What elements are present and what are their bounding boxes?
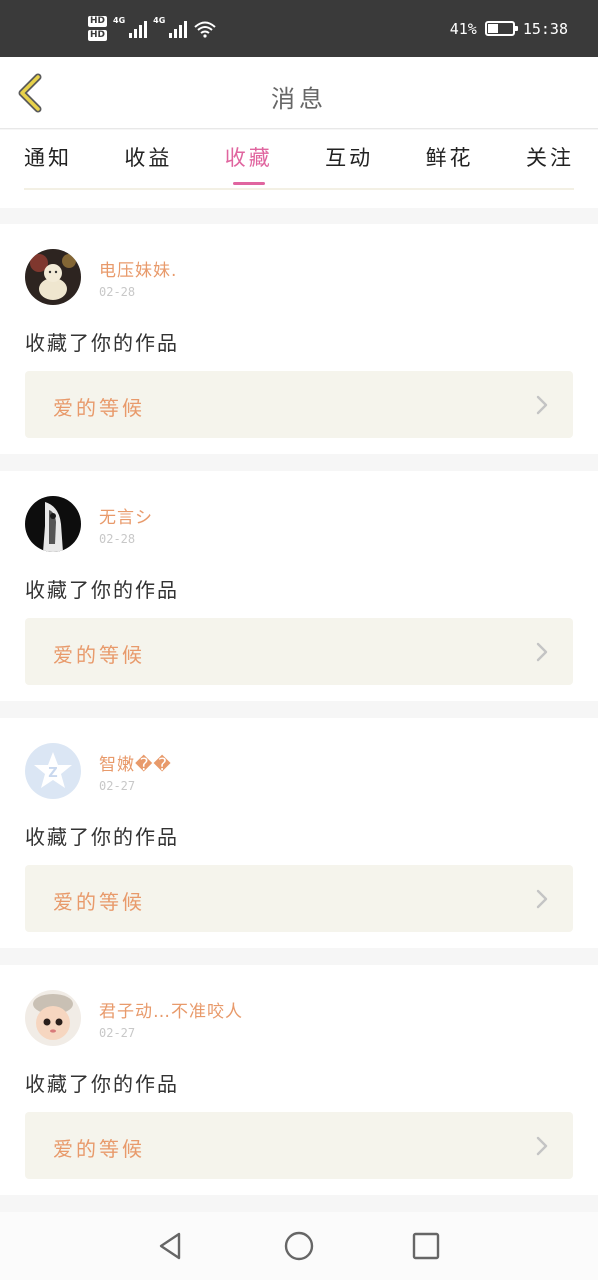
hd-badge-2: HD <box>88 30 108 41</box>
battery-percent: 41% <box>449 19 477 38</box>
battery-fill <box>487 24 498 33</box>
message-card: 君子动…不准咬人 02-27 收藏了你的作品 爱的等候 <box>0 965 598 1195</box>
wifi-icon <box>194 21 216 38</box>
tab-divider <box>24 188 574 190</box>
signal-icon-1 <box>129 20 148 38</box>
message-card: 电压妹妹. 02-28 收藏了你的作品 爱的等候 <box>0 224 598 454</box>
message-list: 电压妹妹. 02-28 收藏了你的作品 爱的等候 无言シ 02-28 收藏了你的作品 爱的等候… <box>0 224 598 1212</box>
tab-3[interactable]: 互动 <box>325 142 373 172</box>
work-title: 爱的等候 <box>53 890 145 914</box>
nav-back-button[interactable] <box>155 1230 187 1262</box>
tab-4[interactable]: 鲜花 <box>426 142 474 172</box>
username[interactable]: 电压妹妹. <box>99 256 177 281</box>
hd-indicators: HD HD <box>88 16 108 41</box>
message-card: 无言シ 02-28 收藏了你的作品 爱的等候 <box>0 471 598 701</box>
action-text: 收藏了你的作品 <box>25 1072 179 1096</box>
chevron-right-icon <box>536 642 548 662</box>
svg-text:Z: Z <box>48 766 57 781</box>
tab-row: 通知 收益 收藏 互动 鲜花 关注 <box>0 130 598 185</box>
status-left: HD HD 4G 4G <box>88 16 217 41</box>
date: 02-28 <box>99 532 136 546</box>
message-card: Z 智嫩�� 02-27 收藏了你的作品 爱的等候 <box>0 718 598 948</box>
chevron-right-icon <box>536 1136 548 1156</box>
work-link[interactable]: 爱的等候 <box>25 1112 573 1179</box>
page-title: 消息 <box>271 85 327 113</box>
battery-icon <box>484 21 518 36</box>
status-right: 41% 15:38 <box>450 20 568 38</box>
tab-2[interactable]: 收藏 <box>225 142 273 185</box>
tab-0[interactable]: 通知 <box>24 142 72 172</box>
avatar[interactable]: Z <box>25 743 81 799</box>
avatar[interactable] <box>25 496 81 552</box>
tab-bar: 通知 收益 收藏 互动 鲜花 关注 <box>0 130 598 208</box>
hd-badge-1: HD <box>88 16 108 27</box>
work-link[interactable]: 爱的等候 <box>25 865 573 932</box>
username[interactable]: 智嫩�� <box>99 750 172 775</box>
action-text: 收藏了你的作品 <box>25 331 179 355</box>
action-text: 收藏了你的作品 <box>25 825 179 849</box>
date: 02-27 <box>99 779 136 793</box>
work-title: 爱的等候 <box>53 1137 145 1161</box>
avatar[interactable] <box>25 249 81 305</box>
network-label-2: 4G <box>153 16 166 25</box>
signal-icon-2 <box>169 20 188 38</box>
chevron-right-icon <box>536 395 548 415</box>
tab-5[interactable]: 关注 <box>526 142 574 172</box>
nav-home-button[interactable] <box>283 1230 315 1262</box>
username[interactable]: 无言シ <box>99 503 153 528</box>
date: 02-28 <box>99 285 136 299</box>
work-link[interactable]: 爱的等候 <box>25 371 573 438</box>
tab-1[interactable]: 收益 <box>124 142 172 172</box>
header: 消息 <box>0 57 598 129</box>
work-link[interactable]: 爱的等候 <box>25 618 573 685</box>
username[interactable]: 君子动…不准咬人 <box>99 997 243 1022</box>
back-triangle-icon <box>159 1232 181 1260</box>
clock: 15:38 <box>522 19 568 38</box>
nav-recents-button[interactable] <box>410 1230 442 1262</box>
system-nav-bar <box>0 1212 598 1280</box>
network-label-1: 4G <box>113 16 126 25</box>
status-bar: HD HD 4G 4G 41% 15:38 <box>0 0 598 57</box>
avatar[interactable] <box>25 990 81 1046</box>
work-title: 爱的等候 <box>53 396 145 420</box>
home-circle-icon <box>284 1231 314 1261</box>
action-text: 收藏了你的作品 <box>25 578 179 602</box>
date: 02-27 <box>99 1026 136 1040</box>
chevron-right-icon <box>536 889 548 909</box>
work-title: 爱的等候 <box>53 643 145 667</box>
recents-square-icon <box>412 1232 440 1260</box>
